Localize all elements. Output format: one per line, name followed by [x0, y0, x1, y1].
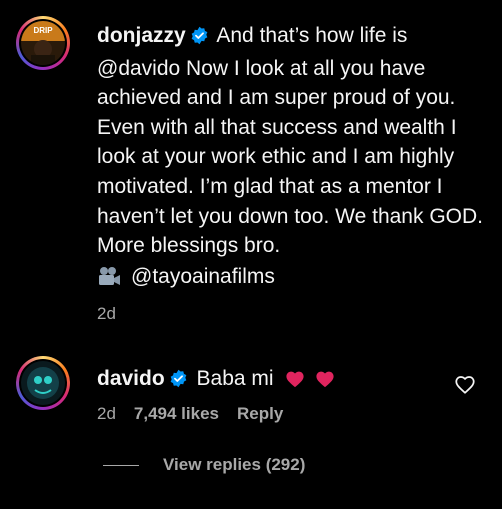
comment-time: 2d	[97, 304, 116, 323]
reply-button[interactable]: Reply	[237, 404, 283, 424]
verified-badge-icon	[169, 367, 188, 397]
comment-text: Baba mi	[196, 367, 274, 390]
view-replies-button[interactable]: View replies (292)	[103, 455, 305, 475]
credit-line: @tayoainafilms	[97, 265, 275, 289]
like-heart-icon[interactable]	[454, 374, 476, 396]
comment-meta: 2d 7,494 likes Reply	[97, 404, 301, 424]
replies-divider	[103, 464, 139, 466]
avatar-image	[21, 361, 65, 405]
avatar-davido[interactable]	[16, 356, 70, 410]
username-davido[interactable]: davido	[97, 367, 165, 390]
comment-meta: 2d	[97, 304, 134, 324]
likes-count[interactable]: 7,494 likes	[134, 404, 219, 424]
mention-davido[interactable]: @davido	[97, 57, 180, 80]
red-heart-icon	[315, 367, 335, 397]
view-replies-label[interactable]: View replies (292)	[163, 455, 305, 475]
avatar-donjazzy[interactable]: DRIP	[16, 16, 70, 70]
comment-time: 2d	[97, 404, 116, 423]
comment-body: donjazzy And that’s how life is @davido N…	[97, 21, 487, 261]
comment-text-line-1: And that’s how life is	[216, 24, 408, 47]
verified-badge-icon	[190, 24, 209, 54]
avatar-image: DRIP	[21, 21, 65, 65]
avatar-badge-text: DRIP	[33, 26, 53, 35]
comment-text: Now I look at all you have achieved and …	[97, 56, 483, 258]
username-donjazzy[interactable]: donjazzy	[97, 24, 186, 47]
red-heart-icon	[285, 367, 305, 397]
credit-handle[interactable]: @tayoainafilms	[131, 265, 275, 289]
movie-camera-icon	[97, 266, 121, 288]
comment-body: davido Baba mi	[97, 364, 487, 397]
